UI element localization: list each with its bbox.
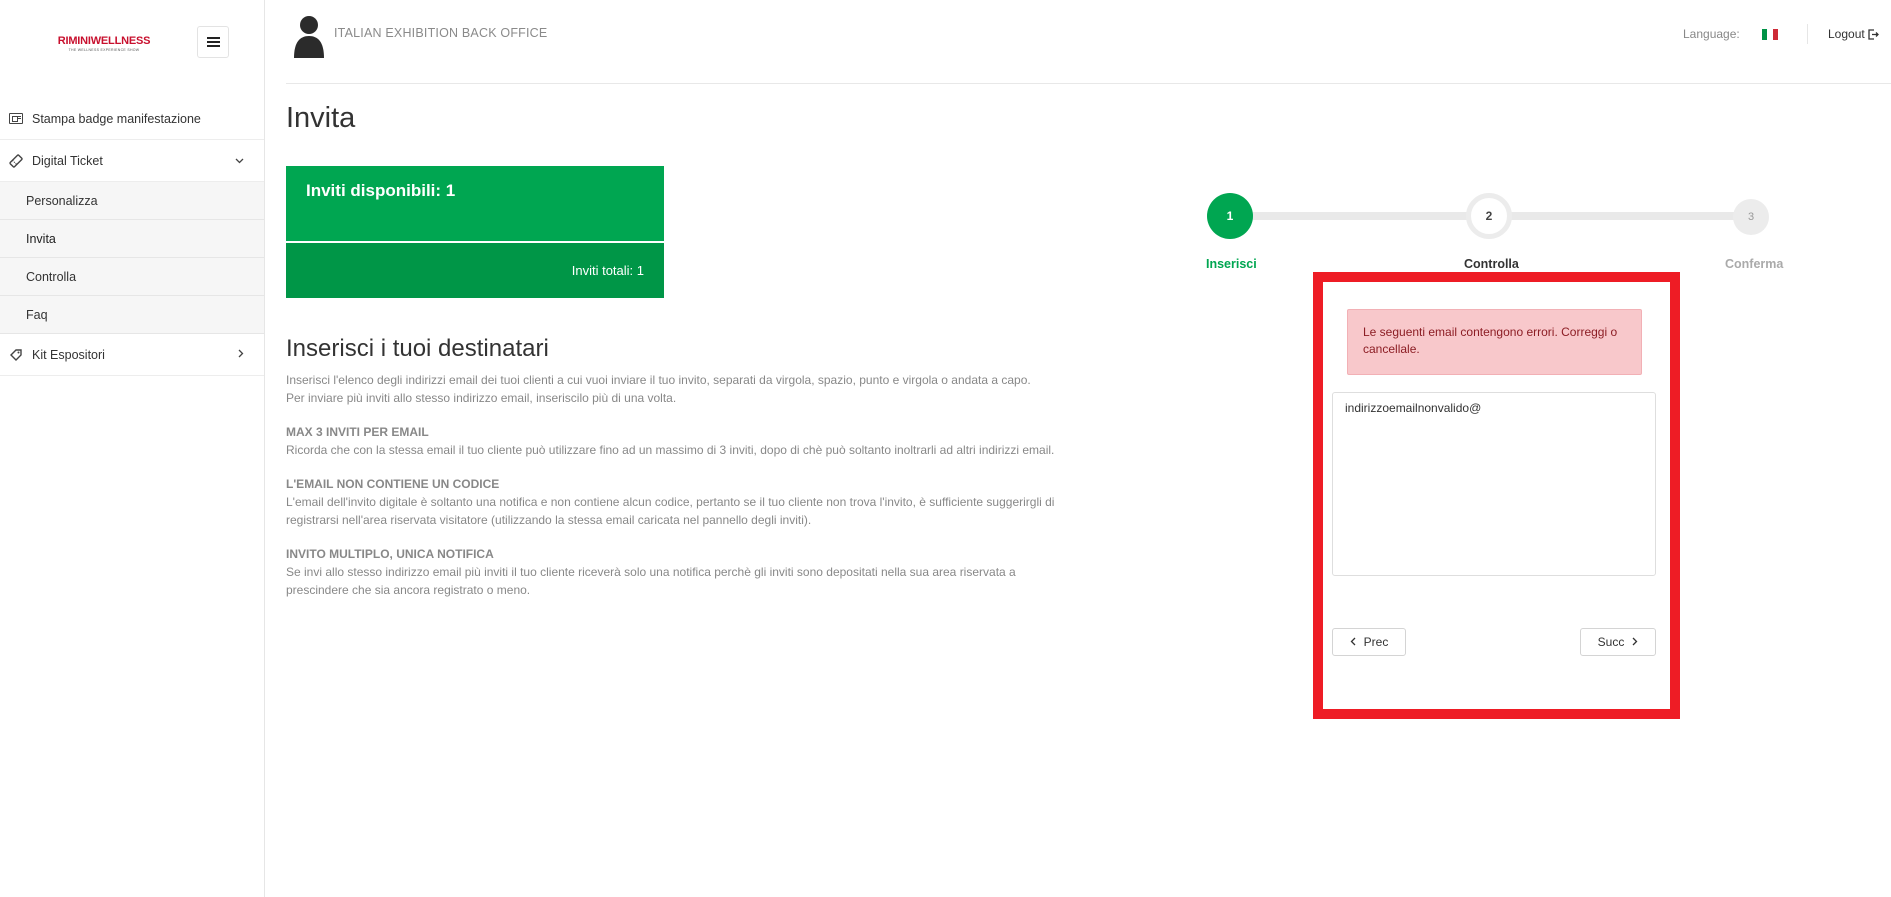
no-code-title: L'EMAIL NON CONTIENE UN CODICE [286,477,500,491]
invites-total-label: Inviti totali: 1 [571,263,644,278]
chevron-down-icon [235,155,244,167]
chevron-left-icon [1350,635,1356,649]
invites-available-card: Inviti disponibili: 1 [286,166,664,241]
language-label: Language: [1683,27,1740,41]
step-3-circle: 3 [1733,199,1769,235]
logout-icon [1868,28,1879,40]
sidebar-item-label: Kit Espositori [32,347,105,362]
logout-link[interactable]: Logout [1828,27,1879,41]
step-1-label: Inserisci [1206,257,1257,271]
logo-sub-text: THE WELLNESS EXPERIENCE SHOW [68,48,140,52]
invites-available-label: Inviti disponibili: 1 [306,181,456,200]
error-alert: Le seguenti email contengono errori. Cor… [1347,309,1642,375]
digital-ticket-submenu: Personalizza Invita Controlla Faq [0,182,264,334]
invites-total-card: Inviti totali: 1 [286,243,664,298]
next-button-label: Succ [1597,635,1625,649]
italian-flag-icon[interactable] [1762,29,1778,40]
hamburger-icon [206,37,220,47]
no-code-text: L'email dell'invito digitale è soltanto … [286,495,1055,527]
max-invites-title: MAX 3 INVITI PER EMAIL [286,425,429,439]
logo-area: RIMINIWELLNESS THE WELLNESS EXPERIENCE S… [0,0,264,86]
prev-button[interactable]: Prec [1332,628,1406,656]
sidebar-subitem-faq[interactable]: Faq [0,296,264,334]
logo-main-text: RIMINIWELLNESS [57,35,151,47]
intro-line-1: Inserisci l'elenco degli indirizzi email… [286,373,1031,387]
ticket-icon [9,153,23,168]
header-divider [1807,24,1808,44]
sidebar-nav: Stampa badge manifestazione Digital Tick… [0,98,264,376]
tag-icon [9,348,23,361]
next-button[interactable]: Succ [1580,628,1656,656]
step-2-circle[interactable]: 2 [1466,193,1512,239]
max-invites-text: Ricorda che con la stessa email il tuo c… [286,443,1055,457]
multi-invite-paragraph: INVITO MULTIPLO, UNICA NOTIFICA Se invi … [286,545,1076,599]
sidebar-subitem-controlla[interactable]: Controlla [0,258,264,296]
max-invites-paragraph: MAX 3 INVITI PER EMAIL Ricorda che con l… [286,423,1076,459]
intro-line-2: Per inviare più inviti allo stesso indir… [286,391,677,405]
page-title: Invita [286,102,356,134]
step-3-label: Conferma [1725,257,1784,271]
sidebar-item-kit-espositori[interactable]: Kit Espositori [0,334,264,376]
prev-button-label: Prec [1363,635,1389,649]
back-office-title: ITALIAN EXHIBITION BACK OFFICE [334,26,548,40]
hamburger-menu-button[interactable] [197,26,229,58]
sidebar-item-digital-ticket[interactable]: Digital Ticket [0,140,264,182]
no-code-paragraph: L'EMAIL NON CONTIENE UN CODICE L'email d… [286,475,1076,529]
sidebar: RIMINIWELLNESS THE WELLNESS EXPERIENCE S… [0,0,265,897]
user-avatar-icon[interactable] [290,12,328,58]
sidebar-item-label: Stampa badge manifestazione [32,111,201,126]
emails-textarea[interactable]: indirizzoemailnonvalido@ [1332,392,1656,576]
intro-paragraph: Inserisci l'elenco degli indirizzi email… [286,371,1076,407]
step-1-circle[interactable]: 1 [1207,193,1253,239]
sidebar-subitem-invita[interactable]: Invita [0,220,264,258]
chevron-right-icon [1632,635,1638,649]
sidebar-item-stampa-badge[interactable]: Stampa badge manifestazione [0,98,264,140]
badge-icon [9,113,23,125]
sidebar-item-label: Digital Ticket [32,153,103,168]
top-header: ITALIAN EXHIBITION BACK OFFICE Language:… [286,0,1891,84]
chevron-right-icon [238,349,244,361]
sidebar-subitem-personalizza[interactable]: Personalizza [0,182,264,220]
multi-invite-title: INVITO MULTIPLO, UNICA NOTIFICA [286,547,494,561]
instructions: Inserisci l'elenco degli indirizzi email… [286,371,1076,615]
multi-invite-text: Se invi allo stesso indirizzo email più … [286,565,1016,597]
section-title: Inserisci i tuoi destinatari [286,335,549,362]
step-2-label: Controlla [1464,257,1519,271]
logout-label: Logout [1828,27,1865,41]
riminiwellness-logo[interactable]: RIMINIWELLNESS THE WELLNESS EXPERIENCE S… [52,35,156,53]
